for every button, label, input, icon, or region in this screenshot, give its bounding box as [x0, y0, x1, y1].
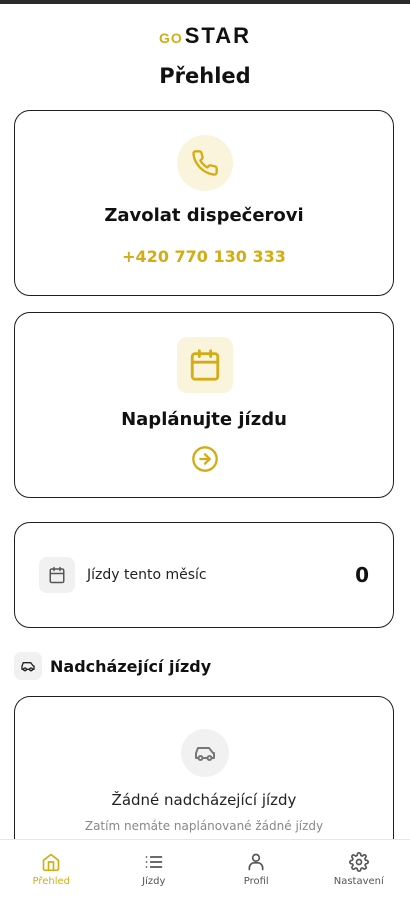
gostar-logo: GO STAR	[0, 20, 410, 52]
nav-item-overview[interactable]: Přehled	[0, 840, 103, 900]
empty-state-subtitle: Zatím nemáte naplánované žádné jízdy	[15, 819, 393, 833]
call-card-title: Zavolat dispečerovi	[15, 205, 393, 226]
bottom-navigation: Přehled Jízdy Profil	[0, 839, 410, 900]
monthly-rides-count: 0	[355, 563, 369, 587]
call-dispatcher-card[interactable]: Zavolat dispečerovi +420 770 130 333	[14, 110, 394, 296]
car-icon	[181, 729, 229, 777]
list-icon	[144, 852, 164, 872]
home-icon	[41, 852, 61, 872]
monthly-rides-label: Jízdy tento měsíc	[87, 567, 207, 583]
car-icon	[14, 652, 42, 680]
arrow-right-circle-icon[interactable]	[191, 445, 219, 473]
calendar-icon	[39, 557, 75, 593]
logo-go: GO	[159, 30, 183, 46]
nav-label: Přehled	[32, 876, 70, 887]
main-content[interactable]: GO STAR Přehled Zavolat dispečerovi +420…	[0, 4, 410, 839]
nav-item-profile[interactable]: Profil	[205, 840, 308, 900]
user-icon	[246, 852, 266, 872]
plan-ride-card[interactable]: Naplánujte jízdu	[14, 312, 394, 498]
phone-icon	[177, 135, 233, 191]
calendar-icon	[177, 337, 233, 393]
nav-label: Nastavení	[334, 876, 384, 887]
dispatcher-phone-link[interactable]: +420 770 130 333	[15, 247, 393, 266]
upcoming-rides-title: Nadcházející jízdy	[50, 657, 211, 676]
nav-item-settings[interactable]: Nastavení	[308, 840, 410, 900]
empty-state-title: Žádné nadcházející jízdy	[15, 791, 393, 809]
gear-icon	[349, 852, 369, 872]
page-title: Přehled	[0, 64, 410, 88]
logo-star: STAR	[185, 23, 251, 49]
upcoming-rides-empty-card: Žádné nadcházející jízdy Zatím nemáte na…	[14, 696, 394, 839]
nav-label: Jízdy	[142, 876, 165, 887]
upcoming-rides-header: Nadcházející jízdy	[14, 652, 211, 680]
monthly-rides-card: Jízdy tento měsíc 0	[14, 522, 394, 628]
nav-item-rides[interactable]: Jízdy	[103, 840, 206, 900]
plan-card-title: Naplánujte jízdu	[15, 409, 393, 430]
nav-label: Profil	[244, 876, 269, 887]
